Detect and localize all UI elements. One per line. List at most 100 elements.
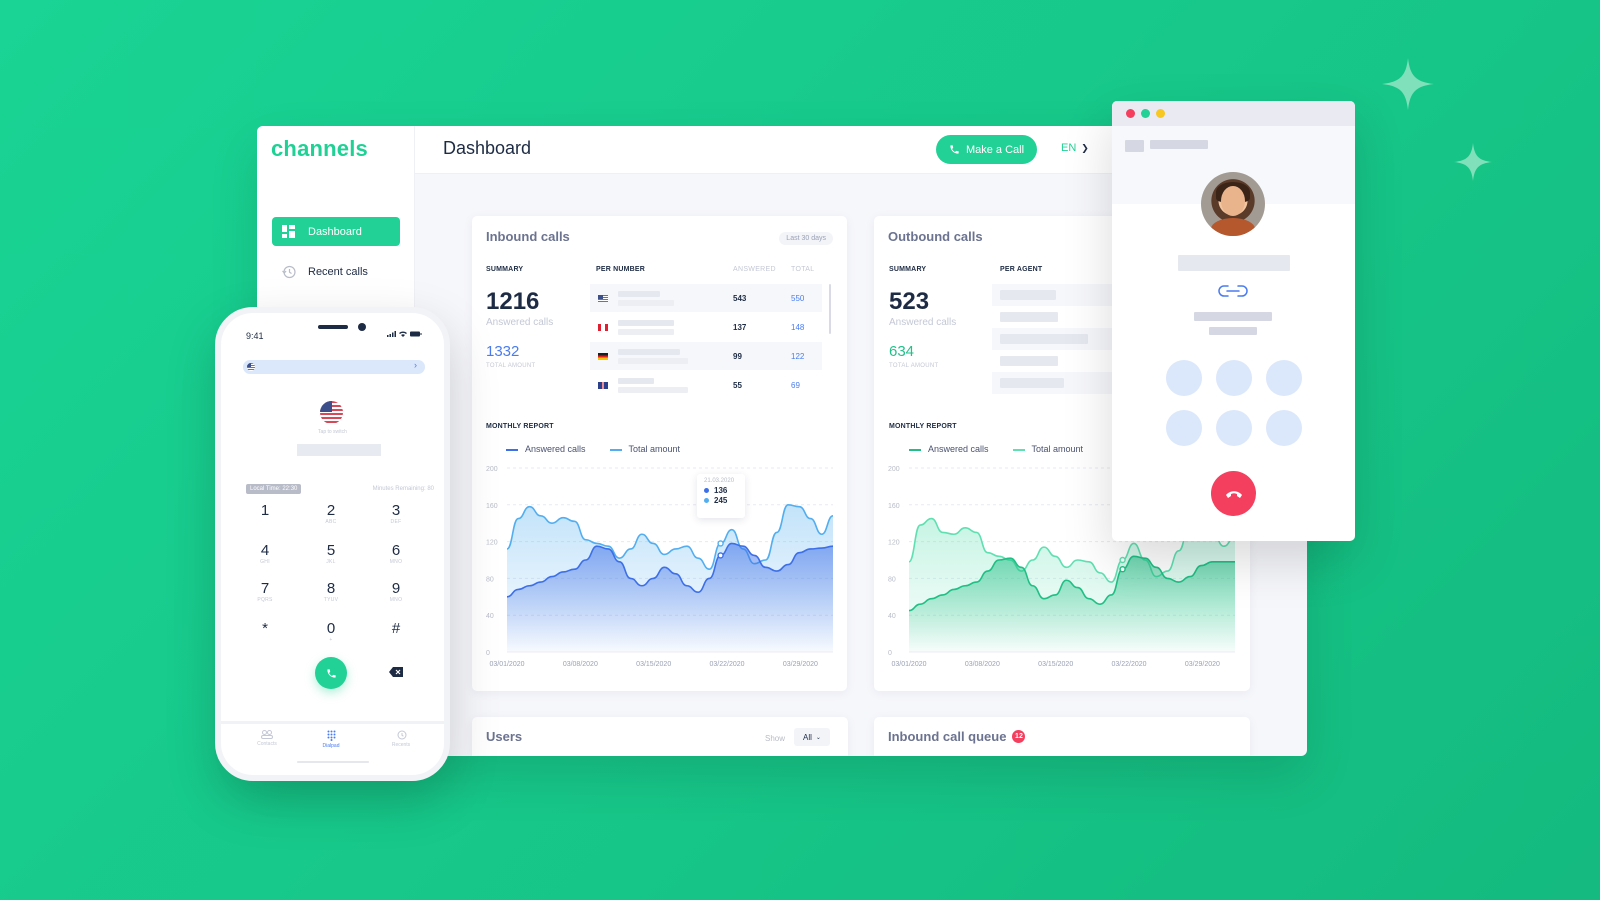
close-window-button[interactable] <box>1126 109 1135 118</box>
x-tick-label: 03/01/2020 <box>891 661 926 668</box>
dial-key[interactable]: 1 <box>245 503 285 519</box>
chart-tooltip: 21.03.2020 136 245 <box>697 474 745 518</box>
link-icon[interactable] <box>1218 284 1248 298</box>
date-range-badge[interactable]: Last 30 days <box>779 232 833 245</box>
local-time-badge: Local Time: 22:30 <box>246 484 302 494</box>
call-action-button[interactable] <box>1216 410 1252 446</box>
dial-key[interactable]: * <box>245 621 285 637</box>
x-tick-label: 03/01/2020 <box>489 661 524 668</box>
grid-icon <box>282 224 296 239</box>
status-time: 9:41 <box>246 331 264 341</box>
queue-title: Inbound call queue <box>888 729 1007 744</box>
hang-up-icon <box>1225 490 1242 498</box>
card-title: Outbound calls <box>888 229 983 244</box>
dial-key-digit: 1 <box>260 502 270 519</box>
answered-calls-label: Answered calls <box>486 317 554 328</box>
table-row[interactable] <box>590 371 822 399</box>
ca-flag-icon <box>598 323 608 331</box>
dial-key-letters: GHI <box>260 559 270 565</box>
answered-calls-value: 523 <box>889 288 930 315</box>
history-icon <box>397 730 406 740</box>
scrollbar[interactable] <box>829 284 831 334</box>
call-action-button[interactable] <box>1266 360 1302 396</box>
dial-key-digit: 4 <box>260 542 270 559</box>
dial-key[interactable]: 2 ABC <box>311 503 351 526</box>
make-call-button[interactable]: Make a Call <box>936 135 1037 164</box>
table-row[interactable] <box>590 342 822 370</box>
call-action-button[interactable] <box>1166 410 1202 446</box>
home-indicator <box>297 761 369 763</box>
dial-key-digit: 3 <box>391 502 401 519</box>
chevron-right-icon: › <box>414 360 417 370</box>
dial-key-digit: 0 <box>326 620 336 637</box>
tab-contacts[interactable]: Contacts <box>237 730 297 747</box>
table-row[interactable] <box>590 313 822 341</box>
dialpad-icon <box>327 730 335 741</box>
monthly-report-label: MONTHLY REPORT <box>889 423 957 430</box>
call-action-button[interactable] <box>1266 410 1302 446</box>
per-agent-label: PER AGENT <box>1000 266 1043 273</box>
call-action-button[interactable] <box>1166 360 1202 396</box>
dial-key-letters: DEF <box>390 519 402 525</box>
sidebar-item-label: Recent calls <box>308 265 368 278</box>
summary-label: SUMMARY <box>486 266 524 273</box>
maximize-window-button[interactable] <box>1156 109 1165 118</box>
sidebar-item-dashboard[interactable]: Dashboard <box>272 217 400 246</box>
country-picker[interactable]: › <box>243 360 425 374</box>
per-number-label: PER NUMBER <box>596 266 646 273</box>
answered-calls-value: 1216 <box>486 288 540 315</box>
hang-up-button[interactable] <box>1211 471 1256 516</box>
card-title: Inbound calls <box>486 229 570 244</box>
dial-key[interactable]: 6 MNO <box>376 543 416 566</box>
chart-legend: Answered calls Total amount <box>506 444 680 454</box>
call-action-button[interactable] <box>1216 360 1252 396</box>
caller-detail-placeholder <box>1194 312 1272 321</box>
phone-icon <box>950 145 959 154</box>
dial-key[interactable]: 5 JKL <box>311 543 351 566</box>
total-amount-label: TOTAL AMOUNT <box>486 363 536 369</box>
country-flag[interactable] <box>320 401 343 424</box>
x-tick-label: 03/29/2020 <box>783 661 818 668</box>
dial-key[interactable]: 7 PQRS <box>245 581 285 604</box>
data-point <box>1119 565 1126 573</box>
y-tick-label: 40 <box>888 613 896 620</box>
sparkle-icon <box>1382 58 1434 110</box>
phone-number-field[interactable] <box>297 444 381 456</box>
answered-value: 137 <box>733 323 747 332</box>
signal-icon <box>387 331 396 337</box>
monthly-report-label: MONTHLY REPORT <box>486 423 554 430</box>
tab-dialpad[interactable]: Dialpad <box>301 730 361 749</box>
table-row[interactable] <box>590 284 822 312</box>
tab-bar: Contacts Dialpad Recents <box>221 721 444 761</box>
sidebar-item-recent-calls[interactable]: Recent calls <box>272 257 400 286</box>
brand-logo[interactable]: channels <box>271 136 368 162</box>
sparkle-icon <box>1454 143 1492 181</box>
y-tick-label: 0 <box>888 650 892 657</box>
language-selector[interactable]: EN ❯ <box>1061 142 1089 154</box>
caller-avatar <box>1201 172 1265 236</box>
filter-value: All <box>803 732 812 742</box>
dial-key[interactable]: 4 GHI <box>245 542 285 566</box>
dial-key[interactable]: # <box>376 621 416 637</box>
dial-key[interactable]: 8 TYUV <box>311 580 351 604</box>
dial-key[interactable]: 9 MNO <box>376 581 416 604</box>
tab-recents[interactable]: Recents <box>371 730 431 748</box>
dial-key[interactable]: 3 DEF <box>376 502 416 526</box>
y-tick-label: 200 <box>888 466 900 473</box>
chevron-down-icon: ⌄ <box>815 734 821 741</box>
data-point <box>717 540 724 547</box>
contacts-icon <box>261 730 273 739</box>
answered-value: 99 <box>733 352 742 361</box>
dial-key-letters: JKL <box>326 559 336 565</box>
users-filter-select[interactable]: All ⌄ <box>794 728 830 746</box>
dial-key[interactable]: 0 + <box>311 620 351 644</box>
x-tick-label: 03/29/2020 <box>1185 661 1220 668</box>
backspace-icon[interactable] <box>389 667 403 677</box>
battery-icon <box>410 331 422 337</box>
call-button[interactable] <box>315 657 347 689</box>
y-tick-label: 200 <box>486 466 498 473</box>
minimize-window-button[interactable] <box>1141 109 1150 118</box>
minutes-remaining: Minutes Remaining: 80 <box>372 486 434 492</box>
legend-item: Total amount <box>609 444 680 454</box>
dial-key-digit: 8 <box>326 580 336 597</box>
